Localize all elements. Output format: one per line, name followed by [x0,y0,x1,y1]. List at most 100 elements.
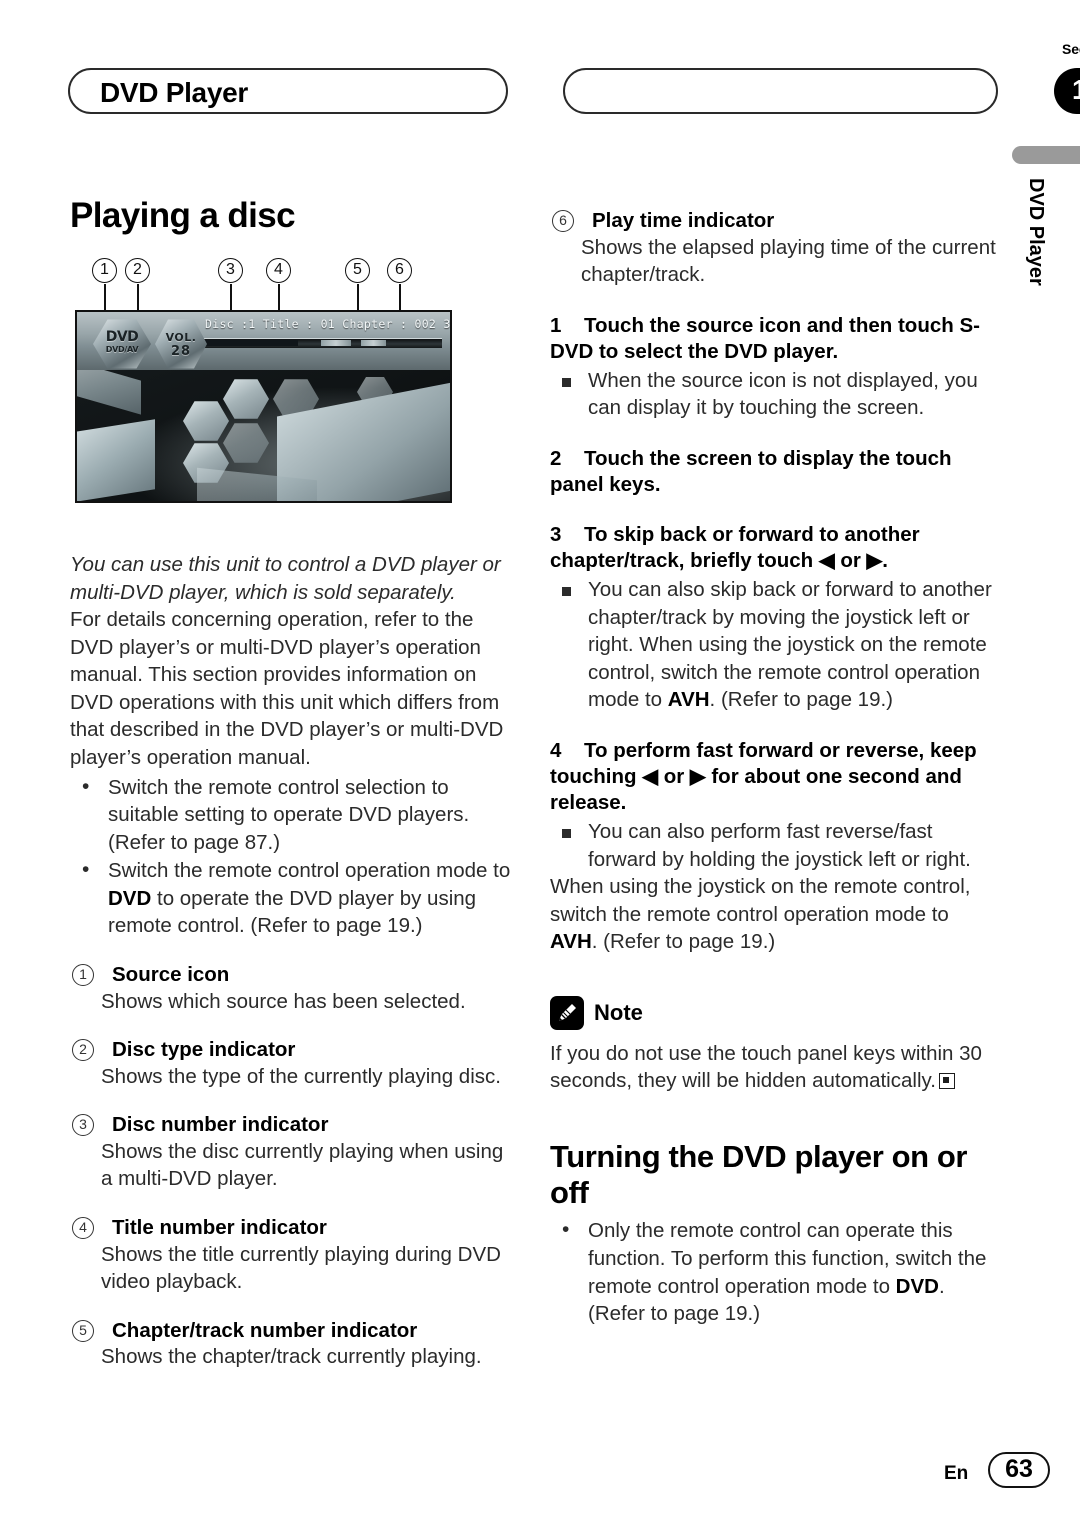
side-tab-bar [1012,146,1080,164]
definition-item-3: 3 Disc number indicator Shows the disc c… [70,1112,512,1193]
definition-heading: 2 Disc type indicator [70,1037,512,1063]
definition-item-6: 6 Play time indicator Shows the elapsed … [550,208,1000,289]
playback-progress-seg-1 [320,340,351,346]
definition-body: Shows the type of the currently playing … [101,1064,501,1088]
bullet-text-post: to operate the DVD player by using remot… [108,886,477,938]
intro-bullet-list: Switch the remote control selection to s… [70,773,512,940]
bullet-text-bold: DVD [895,1274,939,1298]
step-2: 2 Touch the screen to display the touch p… [550,446,1000,498]
intro-italic-text: You can use this unit to control a DVD p… [70,553,501,604]
callout-3: 3 [218,258,243,283]
source-icon-sublabel: DVD/AV [105,345,139,354]
definition-item-2: 2 Disc type indicator Shows the type of … [70,1037,512,1090]
definition-body: Shows the disc currently playing when us… [101,1139,504,1191]
step-number: 1 [550,313,562,337]
definition-body: Shows which source has been selected. [101,989,466,1013]
page-header: DVD Player Section 13 [68,41,1080,116]
heading2-bullet-list: Only the remote control can operate this… [550,1216,1000,1327]
definition-title: Source icon [112,962,230,986]
definition-number: 2 [72,1039,94,1062]
video-hex-4 [223,423,269,463]
pencil-icon [550,995,584,1030]
definition-item-1: 1 Source icon Shows which source has bee… [70,962,512,1015]
step-1: 1 Touch the source icon and then touch S-… [550,313,1000,365]
definition-title: Title number indicator [112,1216,327,1239]
definition-heading: 1 Source icon [70,962,512,988]
note-header: Note [550,995,1000,1030]
note-title: Note [594,999,643,1025]
footer-language: En [944,1463,969,1484]
callout-6: 6 [387,258,412,283]
callout-4: 4 [266,258,291,283]
playback-progress-track [189,338,442,348]
section-number: 13 [1072,74,1080,105]
step-4-note-post: . (Refer to page 19.) [591,930,776,954]
bullet-text-pre: Switch the remote control operation mode… [108,859,511,883]
definition-body: Shows the elapsed playing time of the cu… [581,235,996,287]
screen-status-text: Disc :1 Title : 01 Chapter : 002 3 min 4… [205,317,451,331]
section-number-badge: 13 [1054,68,1080,114]
left-column: Playing a disc 1 2 3 4 5 6 Disc:1 Title… [70,196,512,1371]
right-column: 6 Play time indicator Shows the elapsed … [550,208,1000,1328]
bullet-text-bold: DVD [108,886,152,910]
callout-2: 2 [125,258,150,283]
footer-page-number: 63 [988,1452,1050,1488]
definition-number: 1 [72,963,94,986]
step-4-note-line2-pre: When using the joystick on the remote co… [550,875,971,926]
definition-heading: 5 Chapter/track number indicator [70,1318,512,1344]
step-3-note-post: . (Refer to page 19.) [709,688,894,712]
video-hex-2 [183,401,229,441]
step-number: 2 [550,446,562,470]
dvd-player-screenshot: Disc :1 Title : 01 Chapter : 002 3 min 4… [75,310,452,503]
callout-1: 1 [92,258,117,283]
page-title: Playing a disc [70,196,296,235]
definition-heading: 4 Title number indicator [70,1215,512,1241]
video-hex-1 [223,379,269,419]
step-4-note-line2: When using the joystick on the remote co… [550,873,1000,956]
list-item: Switch the remote control selection to s… [70,773,512,857]
step-number: 3 [550,523,562,546]
note-body-text: If you do not use the touch panel keys w… [550,1041,982,1093]
video-shard-2 [77,419,155,501]
step-4-note: You can also perform fast reverse/fast f… [550,818,1000,956]
section-label: Section [1062,41,1080,57]
playback-progress-seg-2 [361,340,387,346]
side-tab-label: DVD Player [1025,178,1047,286]
step-4: 4 To perform fast forward or reverse, kee… [550,738,1000,816]
callout-5: 5 [345,258,370,283]
step-3: 3 To skip back or forward to another chap… [550,522,1000,574]
end-of-note-mark [938,1073,955,1090]
chapter-title: DVD Player [100,77,248,108]
definition-number: 6 [552,210,574,232]
definition-number: 3 [72,1114,94,1137]
definition-body: Shows the title currently playing during… [101,1242,501,1294]
note-block: Note If you do not use the touch panel k… [550,995,1000,1095]
list-item: Switch the remote control operation mode… [70,856,512,940]
step-number: 4 [550,738,562,762]
volume-label: VOL. [165,331,197,344]
definition-number: 5 [72,1319,94,1342]
definition-heading: 6 Play time indicator [550,208,1000,234]
definition-body: Shows the chapter/track currently playin… [101,1345,482,1369]
video-background [77,370,450,501]
figure-callouts: 1 2 3 4 5 6 [70,258,470,354]
intro-body-text: For details concerning operation, refer … [70,608,504,769]
list-item: Only the remote control can operate this… [550,1216,1000,1327]
step-4-note-bold: AVH [550,930,592,954]
definition-item-5: 5 Chapter/track number indicator Shows t… [70,1318,512,1371]
definition-number: 4 [72,1217,94,1239]
definition-title: Chapter/track number indicator [112,1318,418,1342]
step-text: To skip back or forward to another chapt… [550,523,920,573]
empty-header-pill [563,68,998,114]
definition-title: Play time indicator [592,209,775,232]
step-text: To perform fast forward or reverse, keep… [550,738,977,814]
step-3-note-bold: AVH [667,688,710,712]
step-3-note: You can also skip back or forward to ano… [550,576,1000,714]
source-icon-label: DVD [105,329,139,345]
step-4-note-pre: You can also perform fast reverse/fast f… [588,819,971,871]
definition-item-4: 4 Title number indicator Shows the title… [70,1215,512,1296]
definition-title: Disc number indicator [112,1113,329,1137]
definition-heading: 3 Disc number indicator [70,1112,512,1138]
figure-dvd-screen: 1 2 3 4 5 6 Disc:1 Title: 01 Chapter:… [70,258,470,533]
note-body: If you do not use the touch panel keys w… [550,1040,1000,1095]
